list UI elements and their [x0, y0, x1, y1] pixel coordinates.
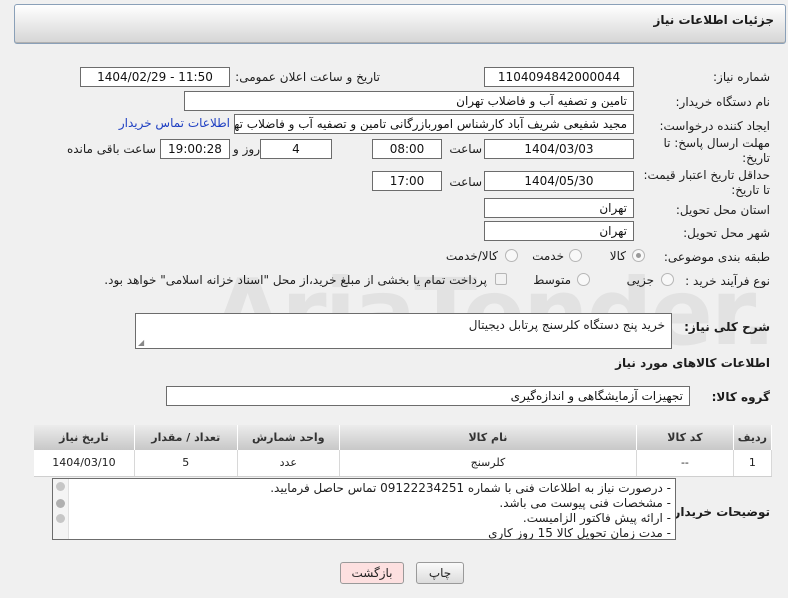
province-field: تهران — [484, 198, 634, 218]
goods-section-title: اطلاعات کالاهای مورد نیاز — [615, 356, 770, 370]
note-line: - مدت زمان تحویل کالا 15 روز کاری — [488, 526, 671, 540]
cell-date: 1404/03/10 — [34, 450, 135, 477]
process-medium-radio[interactable] — [577, 273, 590, 286]
category-goods-label: کالا — [609, 249, 626, 263]
creator-label: ایجاد کننده درخواست: — [659, 119, 770, 133]
cell-code: -- — [636, 450, 734, 477]
description-text: خرید پنج دستگاه کلرسنج پرتابل دیجیتال — [468, 318, 665, 332]
validity-date-field: 1404/05/30 — [484, 171, 634, 191]
goods-group-field: تجهیزات آزمایشگاهی و اندازه‌گیری — [166, 386, 690, 406]
cell-row: 1 — [733, 450, 773, 477]
description-label: شرح کلی نیاز: — [684, 320, 770, 334]
buyer-org-label: نام دستگاه خریدار: — [675, 95, 771, 109]
cell-qty: 5 — [134, 450, 238, 477]
category-goods-radio[interactable] — [632, 249, 645, 262]
process-minor-radio[interactable] — [661, 273, 674, 286]
deadline-label-2: تاریخ: — [742, 151, 770, 165]
province-label: استان محل تحویل: — [675, 203, 770, 217]
resize-grip[interactable]: ◢ — [138, 338, 144, 347]
col-row: ردیف — [733, 425, 773, 450]
category-service-label: خدمت — [532, 249, 564, 263]
buyer-notes-label: توضیحات خریدار: — [668, 505, 770, 519]
description-textarea[interactable]: خرید پنج دستگاه کلرسنج پرتابل دیجیتال ◢ — [135, 313, 672, 349]
deadline-days-label: روز و — [233, 142, 260, 156]
cell-unit: عدد — [237, 450, 340, 477]
need-number-label: شماره نیاز: — [713, 70, 770, 84]
treasury-checkbox[interactable] — [495, 273, 507, 285]
buyer-org-field: تامین و تصفیه آب و فاضلاب تهران — [184, 91, 634, 111]
page-title: جزئیات اطلاعات نیاز — [653, 13, 774, 27]
note-line: - مشخصات فنی پیوست می باشد. — [499, 496, 671, 510]
process-medium-label: متوسط — [533, 273, 571, 287]
category-service-radio[interactable] — [569, 249, 582, 262]
col-code: کد کالا — [636, 425, 734, 450]
table-row[interactable]: 1 -- کلرسنج عدد 5 1404/03/10 — [34, 450, 773, 477]
validity-label-2: تا تاریخ: — [731, 183, 770, 197]
city-field: تهران — [484, 221, 634, 241]
table-header-row: ردیف کد کالا نام کالا واحد شمارش تعداد /… — [34, 425, 773, 450]
remaining-time-field: 19:00:28 — [160, 139, 230, 159]
goods-group-label: گروه کالا: — [711, 390, 770, 404]
deadline-time-field: 08:00 — [372, 139, 442, 159]
cell-name: کلرسنج — [339, 450, 638, 477]
city-label: شهر محل تحویل: — [683, 226, 770, 240]
notes-scrollbar[interactable] — [53, 479, 69, 539]
deadline-days-field: 4 — [260, 139, 332, 159]
note-line: - ارائه پیش فاکتور الزامیست. — [522, 511, 671, 525]
back-button[interactable]: بازگشت — [340, 562, 404, 584]
announce-field: 1404/02/29 - 11:50 — [80, 67, 230, 87]
note-line: - درصورت نیاز به اطلاعات فنی با شماره 09… — [270, 481, 671, 495]
col-date: تاریخ نیاز — [34, 425, 135, 450]
deadline-label-1: مهلت ارسال پاسخ: تا — [663, 136, 770, 150]
validity-label-1: حداقل تاریخ اعتبار قیمت: — [643, 168, 770, 182]
goods-table: ردیف کد کالا نام کالا واحد شمارش تعداد /… — [34, 425, 773, 477]
col-unit: واحد شمارش — [237, 425, 340, 450]
category-label: طبقه بندی موضوعی: — [663, 250, 770, 264]
category-both-label: کالا/خدمت — [445, 249, 498, 263]
print-button[interactable]: چاپ — [416, 562, 464, 584]
validity-time-field: 17:00 — [372, 171, 442, 191]
scroll-thumb[interactable] — [56, 499, 65, 508]
creator-field: مجید شفیعی شریف آباد کارشناس اموربازرگان… — [234, 114, 634, 134]
buyer-notes-textarea[interactable]: - درصورت نیاز به اطلاعات فنی با شماره 09… — [52, 478, 676, 540]
deadline-date-field: 1404/03/03 — [484, 139, 634, 159]
deadline-time-label: ساعت — [449, 142, 482, 156]
buyer-contact-link[interactable]: اطلاعات تماس خریدار — [119, 116, 230, 130]
process-label: نوع فرآیند خرید : — [685, 274, 770, 288]
col-name: نام کالا — [339, 425, 638, 450]
buyer-notes-text: - درصورت نیاز به اطلاعات فنی با شماره 09… — [270, 481, 671, 540]
treasury-note: پرداخت تمام یا بخشی از مبلغ خرید،از محل … — [104, 273, 487, 287]
category-both-radio[interactable] — [505, 249, 518, 262]
validity-time-label: ساعت — [449, 175, 482, 189]
col-qty: تعداد / مقدار — [134, 425, 238, 450]
remaining-time-label: ساعت باقی مانده — [66, 142, 156, 156]
process-minor-label: جزیی — [626, 273, 654, 287]
announce-label: تاریخ و ساعت اعلان عمومی: — [235, 70, 380, 84]
need-number-field: 1104094842000044 — [484, 67, 634, 87]
